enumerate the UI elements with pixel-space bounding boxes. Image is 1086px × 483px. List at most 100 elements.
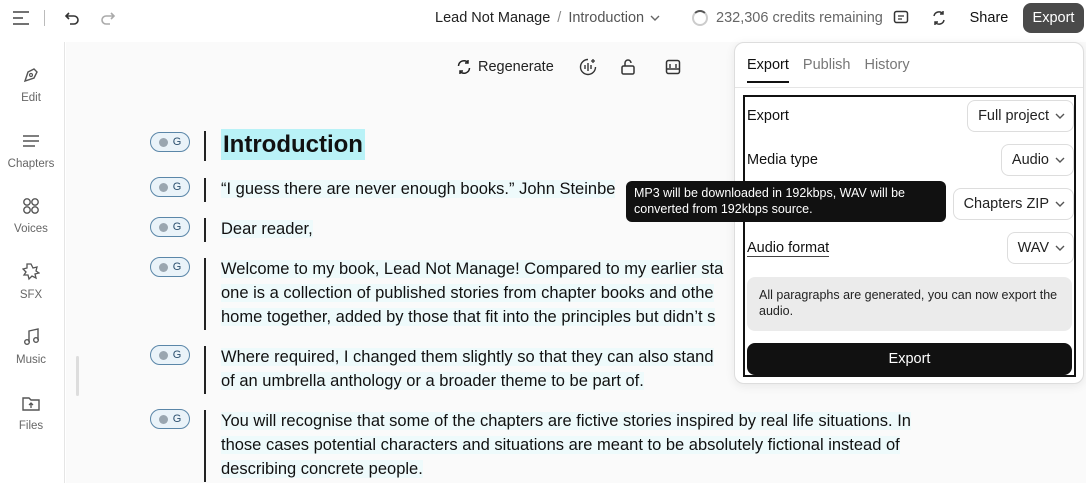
- voice-badge[interactable]: G: [150, 257, 190, 277]
- avatar: [158, 414, 168, 424]
- sidebar-item-files[interactable]: Files: [0, 392, 62, 432]
- paragraph-bar: [204, 178, 206, 202]
- breadcrumb-separator: /: [557, 10, 562, 26]
- paragraph-line[interactable]: Dear reader,: [221, 220, 313, 238]
- voice-badge[interactable]: G: [150, 409, 190, 429]
- sidebar-item-label: Files: [18, 420, 44, 432]
- pen-tool-icon: [20, 64, 42, 86]
- top-bar: Lead Not Manage / Introduction 232,306 c…: [0, 0, 1086, 36]
- paragraph-bar: [204, 131, 206, 161]
- export-button[interactable]: Export: [1023, 3, 1084, 33]
- refresh-icon: [456, 59, 472, 75]
- chevron-down-icon: [1055, 245, 1065, 251]
- list-icon: [20, 130, 42, 152]
- music-note-icon: [20, 326, 42, 348]
- sync-icon[interactable]: [928, 8, 950, 28]
- sidebar-item-music[interactable]: Music: [0, 326, 62, 366]
- regenerate-label: Regenerate: [478, 59, 554, 75]
- paragraph-bar: [204, 410, 206, 482]
- undo-icon[interactable]: [61, 8, 83, 28]
- audio-format-select[interactable]: WAV: [1006, 232, 1074, 264]
- paragraph-line[interactable]: describing concrete people.: [221, 460, 423, 478]
- tab-history[interactable]: History: [864, 57, 909, 83]
- chapter-heading[interactable]: Introduction: [221, 129, 365, 160]
- paragraph-line[interactable]: You will recognise that some of the chap…: [221, 412, 911, 430]
- export-scope-row: Export Full project: [747, 100, 1074, 132]
- sidebar-item-label: Chapters: [7, 158, 55, 170]
- export-scope-select[interactable]: Full project: [967, 100, 1074, 132]
- media-type-label: Media type: [747, 152, 818, 168]
- divider: [735, 87, 1083, 88]
- burst-icon: [20, 261, 42, 283]
- sidebar: Edit Chapters Voices SFX Music Files: [0, 42, 65, 483]
- export-scope-label: Export: [747, 108, 789, 124]
- export-scope-value: Full project: [978, 108, 1049, 124]
- editor-toolbar: Regenerate: [456, 55, 554, 79]
- export-tabs: Export Publish History: [747, 57, 910, 83]
- voice-badge-label: G: [172, 261, 182, 273]
- paragraph-line[interactable]: Where required, I changed them slightly …: [221, 348, 714, 366]
- export-submit-button[interactable]: Export: [747, 343, 1072, 375]
- media-type-select[interactable]: Audio: [1000, 144, 1074, 176]
- credits-text: 232,306 credits remaining: [716, 10, 883, 26]
- paragraph-line[interactable]: “I guess there are never enough books.” …: [221, 180, 616, 198]
- share-button[interactable]: Share: [962, 4, 1016, 32]
- sidebar-item-label: Music: [15, 354, 47, 366]
- avatar: [158, 137, 168, 147]
- sidebar-item-voices[interactable]: Voices: [0, 195, 62, 235]
- media-type-value: Audio: [1011, 152, 1049, 168]
- voice-badge[interactable]: G: [150, 177, 190, 197]
- paragraph-line[interactable]: those cases potential characters and sit…: [221, 436, 900, 454]
- regenerate-button[interactable]: Regenerate: [456, 59, 554, 75]
- chevron-down-icon: [1055, 113, 1065, 119]
- export-options: Export Full project Media type Audio Cha…: [743, 95, 1076, 377]
- redo-icon[interactable]: [97, 8, 119, 28]
- paragraph-line[interactable]: Welcome to my book, Lead Not Manage! Com…: [221, 260, 724, 278]
- voice-badge-label: G: [172, 136, 182, 148]
- voice-settings-icon[interactable]: [577, 56, 599, 78]
- paragraph-bar: [204, 346, 206, 394]
- voice-badge[interactable]: G: [150, 132, 190, 152]
- voice-badge-label: G: [172, 221, 182, 233]
- folder-upload-icon: [20, 392, 42, 414]
- scroll-handle[interactable]: [76, 356, 79, 396]
- sidebar-item-label: SFX: [19, 289, 43, 301]
- avatar: [158, 222, 168, 232]
- comment-icon[interactable]: [890, 8, 912, 28]
- sidebar-item-sfx[interactable]: SFX: [0, 261, 62, 301]
- audio-format-label[interactable]: Audio format: [747, 240, 830, 257]
- tab-publish[interactable]: Publish: [803, 57, 851, 83]
- sidebar-item-chapters[interactable]: Chapters: [0, 130, 62, 170]
- credits-indicator: 232,306 credits remaining: [692, 0, 883, 36]
- menu-icon[interactable]: [10, 8, 32, 28]
- voices-grid-icon: [20, 195, 42, 217]
- paragraph-line[interactable]: one is a collection of published stories…: [221, 284, 714, 302]
- audio-format-tooltip: MP3 will be downloaded in 192kbps, WAV w…: [626, 181, 946, 222]
- unlock-icon[interactable]: [617, 56, 639, 78]
- media-type-row: Media type Audio: [747, 144, 1074, 176]
- chevron-down-icon: [650, 15, 660, 21]
- voice-badge[interactable]: G: [150, 345, 190, 365]
- sidebar-item-edit[interactable]: Edit: [0, 64, 62, 104]
- tab-export[interactable]: Export: [747, 57, 789, 83]
- avatar: [158, 350, 168, 360]
- avatar: [158, 262, 168, 272]
- paragraph-bar: [204, 258, 206, 330]
- chapter-selector[interactable]: Introduction: [568, 10, 644, 26]
- breadcrumb: Lead Not Manage / Introduction: [435, 0, 660, 36]
- sidebar-item-label: Edit: [21, 92, 41, 104]
- audio-format-value: WAV: [1017, 240, 1049, 256]
- calendar-icon[interactable]: [662, 56, 684, 78]
- packaging-select[interactable]: Chapters ZIP: [952, 188, 1074, 220]
- paragraph-line[interactable]: of an umbrella anthology or a broader th…: [221, 372, 644, 390]
- packaging-value: Chapters ZIP: [963, 196, 1049, 212]
- paragraph-line[interactable]: home together, added by those that fit i…: [221, 308, 716, 326]
- export-notice: All paragraphs are generated, you can no…: [747, 277, 1072, 331]
- voice-badge-label: G: [172, 181, 182, 193]
- project-title[interactable]: Lead Not Manage: [435, 10, 550, 26]
- voice-badge-label: G: [172, 413, 182, 425]
- voice-badge[interactable]: G: [150, 217, 190, 237]
- loading-spinner-icon: [692, 10, 708, 26]
- chevron-down-icon: [1055, 157, 1065, 163]
- divider: [44, 10, 45, 26]
